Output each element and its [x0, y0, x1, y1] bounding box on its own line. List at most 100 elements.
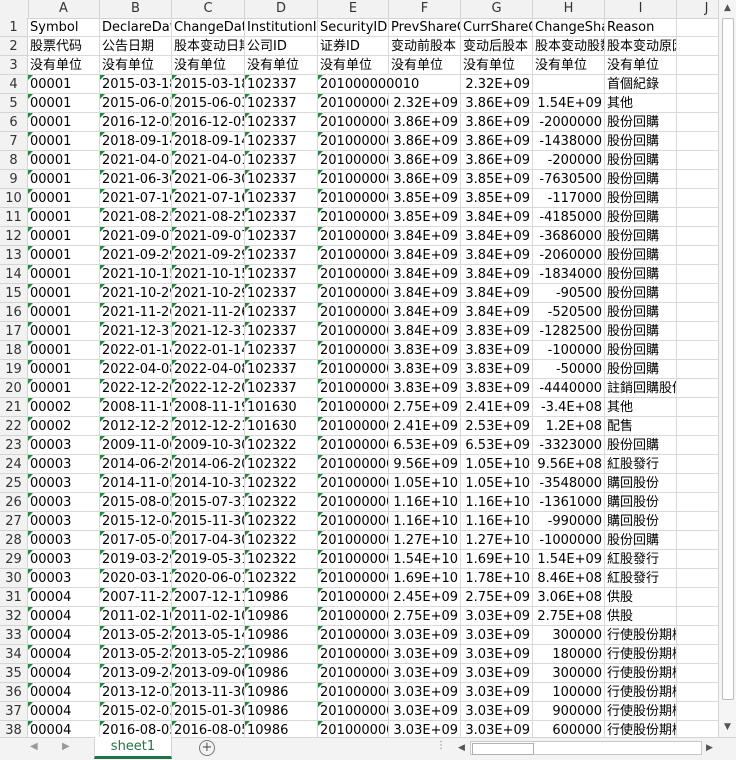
cell-a30[interactable]: 00003	[28, 569, 100, 588]
cell-e17[interactable]: 201000000010	[318, 322, 389, 341]
cell-e29[interactable]: 201000000030	[318, 550, 389, 569]
cell-b14[interactable]: 2021-10-15	[100, 265, 172, 284]
cell-i8[interactable]: 股份回購	[605, 151, 677, 170]
cell-g8[interactable]: 3.86E+09	[461, 151, 533, 170]
cell-b31[interactable]: 2007-11-23	[100, 588, 172, 607]
cell-e32[interactable]: 201000000040	[318, 607, 389, 626]
row-header[interactable]: 2	[0, 37, 28, 56]
cell-i29[interactable]: 紅股發行	[605, 550, 677, 569]
cell-g24[interactable]: 1.05E+10	[461, 455, 533, 474]
tab-scroll-left-icon[interactable]: ◀	[30, 741, 38, 752]
cell-c5[interactable]: 2015-06-03	[172, 94, 245, 113]
cell-i6[interactable]: 股份回購	[605, 113, 677, 132]
column-header-g[interactable]: G	[461, 0, 533, 18]
cell-a3[interactable]: 没有单位	[28, 56, 100, 75]
cell-h30[interactable]: 8.46E+08	[533, 569, 605, 588]
cell-e8[interactable]: 201000000010	[318, 151, 389, 170]
column-header-d[interactable]: D	[245, 0, 318, 18]
cell-a37[interactable]: 00004	[28, 702, 100, 721]
cell-i10[interactable]: 股份回購	[605, 189, 677, 208]
cell-e33[interactable]: 201000000040	[318, 626, 389, 645]
cell-f8[interactable]: 3.86E+09	[389, 151, 461, 170]
cell-d8[interactable]: 102337	[245, 151, 318, 170]
cell-e31[interactable]: 201000000040	[318, 588, 389, 607]
cell-h3[interactable]: 没有单位	[533, 56, 605, 75]
cell-e9[interactable]: 201000000010	[318, 170, 389, 189]
row-header[interactable]: 14	[0, 265, 28, 284]
cell-c8[interactable]: 2021-04-01	[172, 151, 245, 170]
row-header[interactable]: 36	[0, 683, 28, 702]
cell-b3[interactable]: 没有单位	[100, 56, 172, 75]
cell-e24[interactable]: 201000000030	[318, 455, 389, 474]
cell-c33[interactable]: 2013-05-14	[172, 626, 245, 645]
cell-f21[interactable]: 2.75E+09	[389, 398, 461, 417]
cell-i4[interactable]: 首個紀錄	[605, 75, 677, 94]
cell-i35[interactable]: 行使股份期權	[605, 664, 677, 683]
cell-g10[interactable]: 3.85E+09	[461, 189, 533, 208]
cell-d32[interactable]: 10986	[245, 607, 318, 626]
cell-a38[interactable]: 00004	[28, 721, 100, 737]
cell-h33[interactable]: 300000	[533, 626, 605, 645]
row-header[interactable]: 29	[0, 550, 28, 569]
cell-f28[interactable]: 1.27E+10	[389, 531, 461, 550]
row-header[interactable]: 32	[0, 607, 28, 626]
cell-c19[interactable]: 2022-04-08	[172, 360, 245, 379]
cell-a11[interactable]: 00001	[28, 208, 100, 227]
cell-d12[interactable]: 102337	[245, 227, 318, 246]
cell-d2[interactable]: 公司ID	[245, 37, 318, 56]
cell-h35[interactable]: 300000	[533, 664, 605, 683]
cell-e1[interactable]: SecurityID	[318, 18, 389, 37]
cell-c12[interactable]: 2021-09-07	[172, 227, 245, 246]
cell-a1[interactable]: Symbol	[28, 18, 100, 37]
cell-g9[interactable]: 3.85E+09	[461, 170, 533, 189]
splitter-handle-icon[interactable]: ⋮	[436, 740, 446, 751]
horizontal-scrollbar[interactable]: ◀ ▶	[458, 741, 714, 756]
cell-a6[interactable]: 00001	[28, 113, 100, 132]
cell-e38[interactable]: 201000000040	[318, 721, 389, 737]
cell-f7[interactable]: 3.86E+09	[389, 132, 461, 151]
cell-c23[interactable]: 2009-10-30	[172, 436, 245, 455]
cell-e27[interactable]: 201000000030	[318, 512, 389, 531]
cell-g1[interactable]: CurrShareQty	[461, 18, 533, 37]
row-header[interactable]: 17	[0, 322, 28, 341]
cell-i5[interactable]: 其他	[605, 94, 677, 113]
cell-b28[interactable]: 2017-05-05	[100, 531, 172, 550]
cell-e16[interactable]: 201000000010	[318, 303, 389, 322]
row-header[interactable]: 34	[0, 645, 28, 664]
cell-b25[interactable]: 2014-11-05	[100, 474, 172, 493]
cell-h25[interactable]: -3548000	[533, 474, 605, 493]
cell-h28[interactable]: -1000000	[533, 531, 605, 550]
cell-d3[interactable]: 没有单位	[245, 56, 318, 75]
row-header[interactable]: 6	[0, 113, 28, 132]
cell-b30[interactable]: 2020-03-12	[100, 569, 172, 588]
cell-c26[interactable]: 2015-07-31	[172, 493, 245, 512]
cell-a10[interactable]: 00001	[28, 189, 100, 208]
row-header[interactable]: 35	[0, 664, 28, 683]
cell-h1[interactable]: ChangeShares	[533, 18, 605, 37]
cell-a21[interactable]: 00002	[28, 398, 100, 417]
cell-d4[interactable]: 102337	[245, 75, 318, 94]
cell-f30[interactable]: 1.69E+10	[389, 569, 461, 588]
cell-f22[interactable]: 2.41E+09	[389, 417, 461, 436]
cell-i19[interactable]: 股份回購	[605, 360, 677, 379]
cell-d19[interactable]: 102337	[245, 360, 318, 379]
cell-g36[interactable]: 3.03E+09	[461, 683, 533, 702]
cell-d13[interactable]: 102337	[245, 246, 318, 265]
cell-c34[interactable]: 2013-05-22	[172, 645, 245, 664]
cell-h21[interactable]: -3.4E+08	[533, 398, 605, 417]
scroll-down-icon[interactable]: ▼	[719, 719, 736, 735]
cell-e3[interactable]: 没有单位	[318, 56, 389, 75]
cell-i3[interactable]: 没有单位	[605, 56, 677, 75]
cell-i37[interactable]: 行使股份期權	[605, 702, 677, 721]
cell-c32[interactable]: 2011-02-10	[172, 607, 245, 626]
cell-h29[interactable]: 1.54E+09	[533, 550, 605, 569]
cell-e14[interactable]: 201000000010	[318, 265, 389, 284]
cell-g7[interactable]: 3.86E+09	[461, 132, 533, 151]
cell-c7[interactable]: 2018-09-14	[172, 132, 245, 151]
cell-e18[interactable]: 201000000010	[318, 341, 389, 360]
cell-d5[interactable]: 102337	[245, 94, 318, 113]
cell-a25[interactable]: 00003	[28, 474, 100, 493]
cell-i23[interactable]: 股份回購	[605, 436, 677, 455]
row-header[interactable]: 27	[0, 512, 28, 531]
cell-d1[interactable]: InstitutionID	[245, 18, 318, 37]
